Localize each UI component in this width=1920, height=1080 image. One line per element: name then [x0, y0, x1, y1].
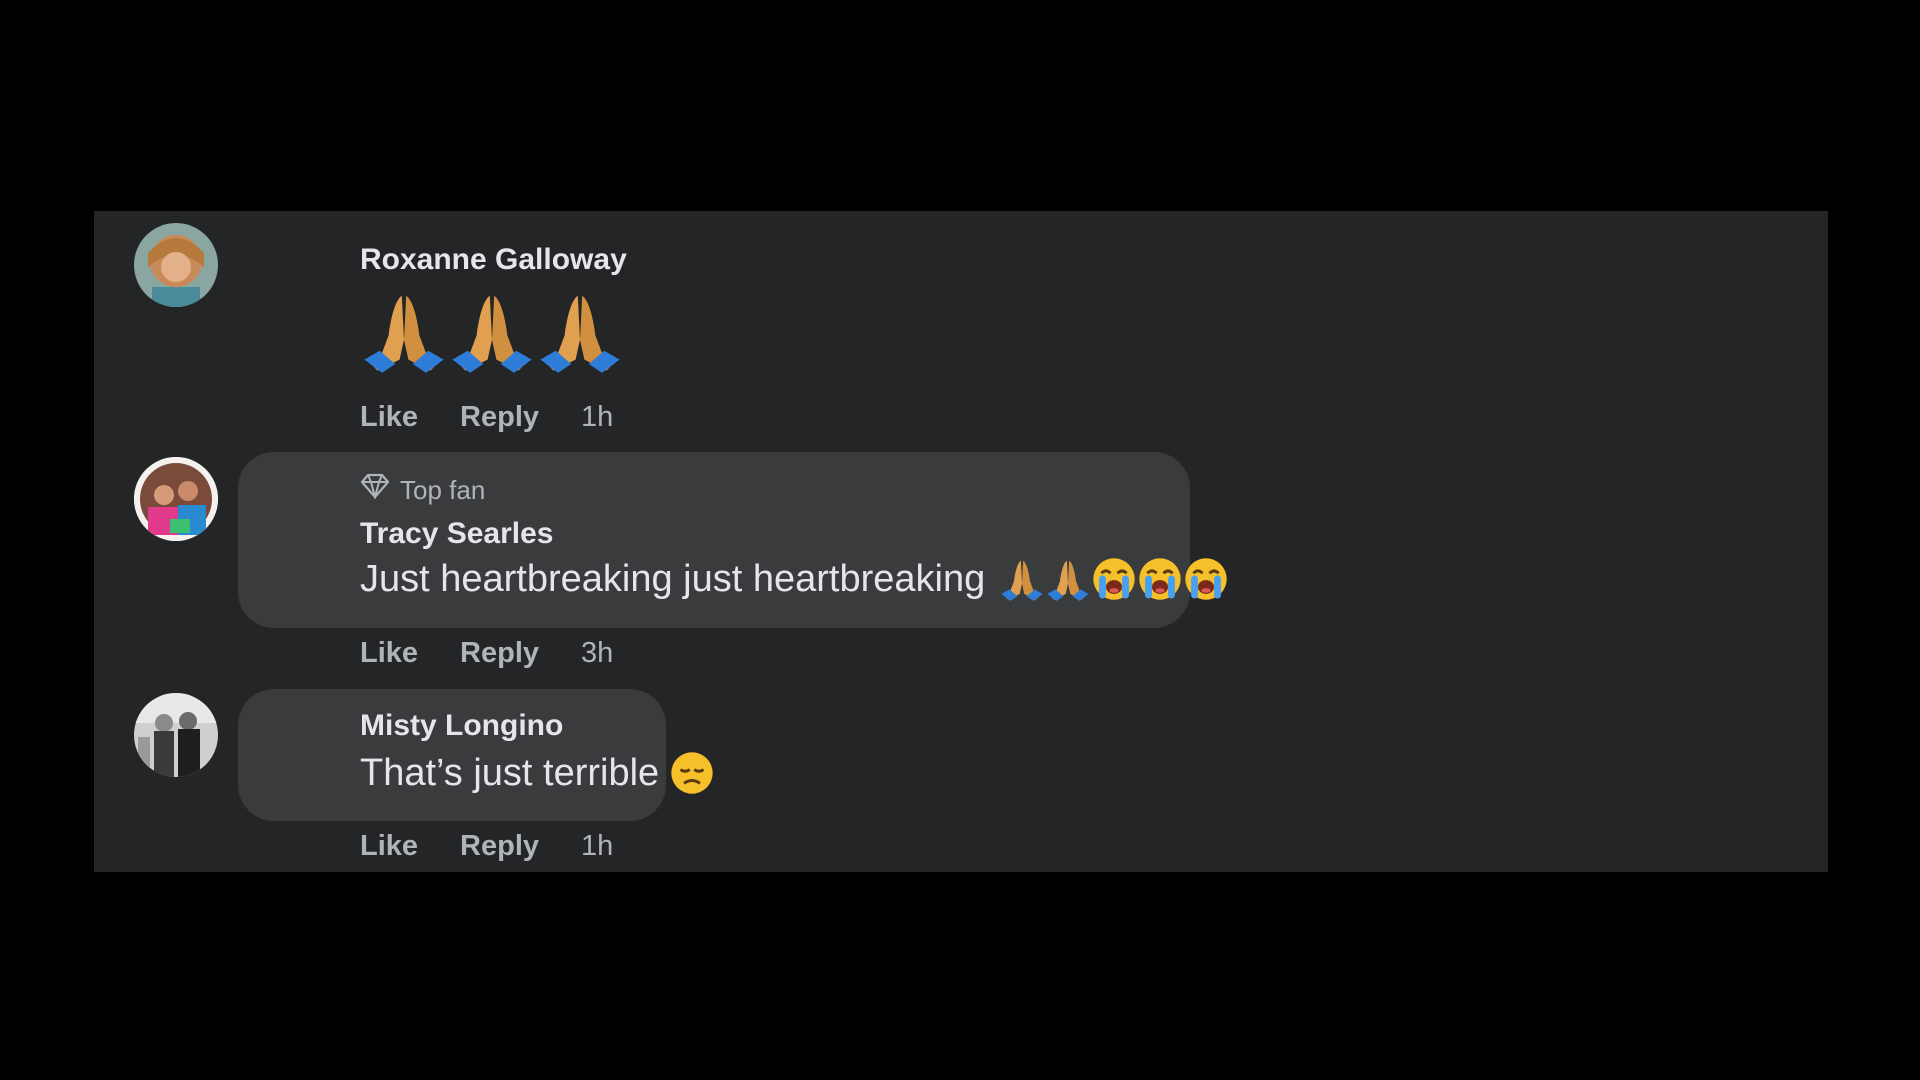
comment-text-body: Just heartbreaking just heartbreaking — [360, 558, 986, 600]
comment-actions: Like Reply 1h — [360, 828, 613, 864]
loudly-crying-face-emoji — [1091, 556, 1137, 602]
avatar[interactable] — [134, 457, 218, 541]
diamond-icon — [360, 473, 390, 507]
reply-button[interactable]: Reply — [460, 635, 539, 671]
comment-actions: Like Reply 3h — [360, 635, 613, 671]
avatar[interactable] — [134, 693, 218, 777]
comment-text-body: That’s just terrible — [360, 752, 660, 794]
reply-button[interactable]: Reply — [460, 399, 539, 435]
avatar[interactable] — [134, 223, 218, 307]
badge-label: Top fan — [400, 475, 486, 505]
praying-hands-emoji — [999, 556, 1045, 602]
like-button[interactable]: Like — [360, 399, 418, 435]
praying-hands-emoji — [536, 287, 624, 375]
loudly-crying-face-emoji — [1137, 556, 1183, 602]
loudly-crying-face-emoji — [1183, 556, 1229, 602]
comment-timestamp[interactable]: 1h — [581, 399, 613, 435]
like-button[interactable]: Like — [360, 635, 418, 671]
comment-text — [360, 287, 627, 375]
comment-actions: Like Reply 1h — [360, 399, 613, 435]
comment-author[interactable]: Roxanne Galloway — [360, 241, 627, 279]
comment-timestamp[interactable]: 1h — [581, 828, 613, 864]
praying-hands-emoji — [360, 287, 448, 375]
comment-timestamp[interactable]: 3h — [581, 635, 613, 671]
comment-author[interactable]: Misty Longino — [360, 707, 715, 745]
comments-panel: Roxanne Galloway Like Reply 1h Top fan T… — [94, 211, 1828, 872]
comment-text: Just heartbreaking just heartbreaking — [360, 555, 1229, 603]
disappointed-face-emoji — [669, 750, 715, 796]
comment-text: That’s just terrible — [360, 749, 715, 797]
praying-hands-emoji — [448, 287, 536, 375]
comment-author[interactable]: Tracy Searles — [360, 515, 1229, 553]
top-fan-badge: Top fan — [360, 473, 1229, 507]
praying-hands-emoji — [1045, 556, 1091, 602]
like-button[interactable]: Like — [360, 828, 418, 864]
reply-button[interactable]: Reply — [460, 828, 539, 864]
